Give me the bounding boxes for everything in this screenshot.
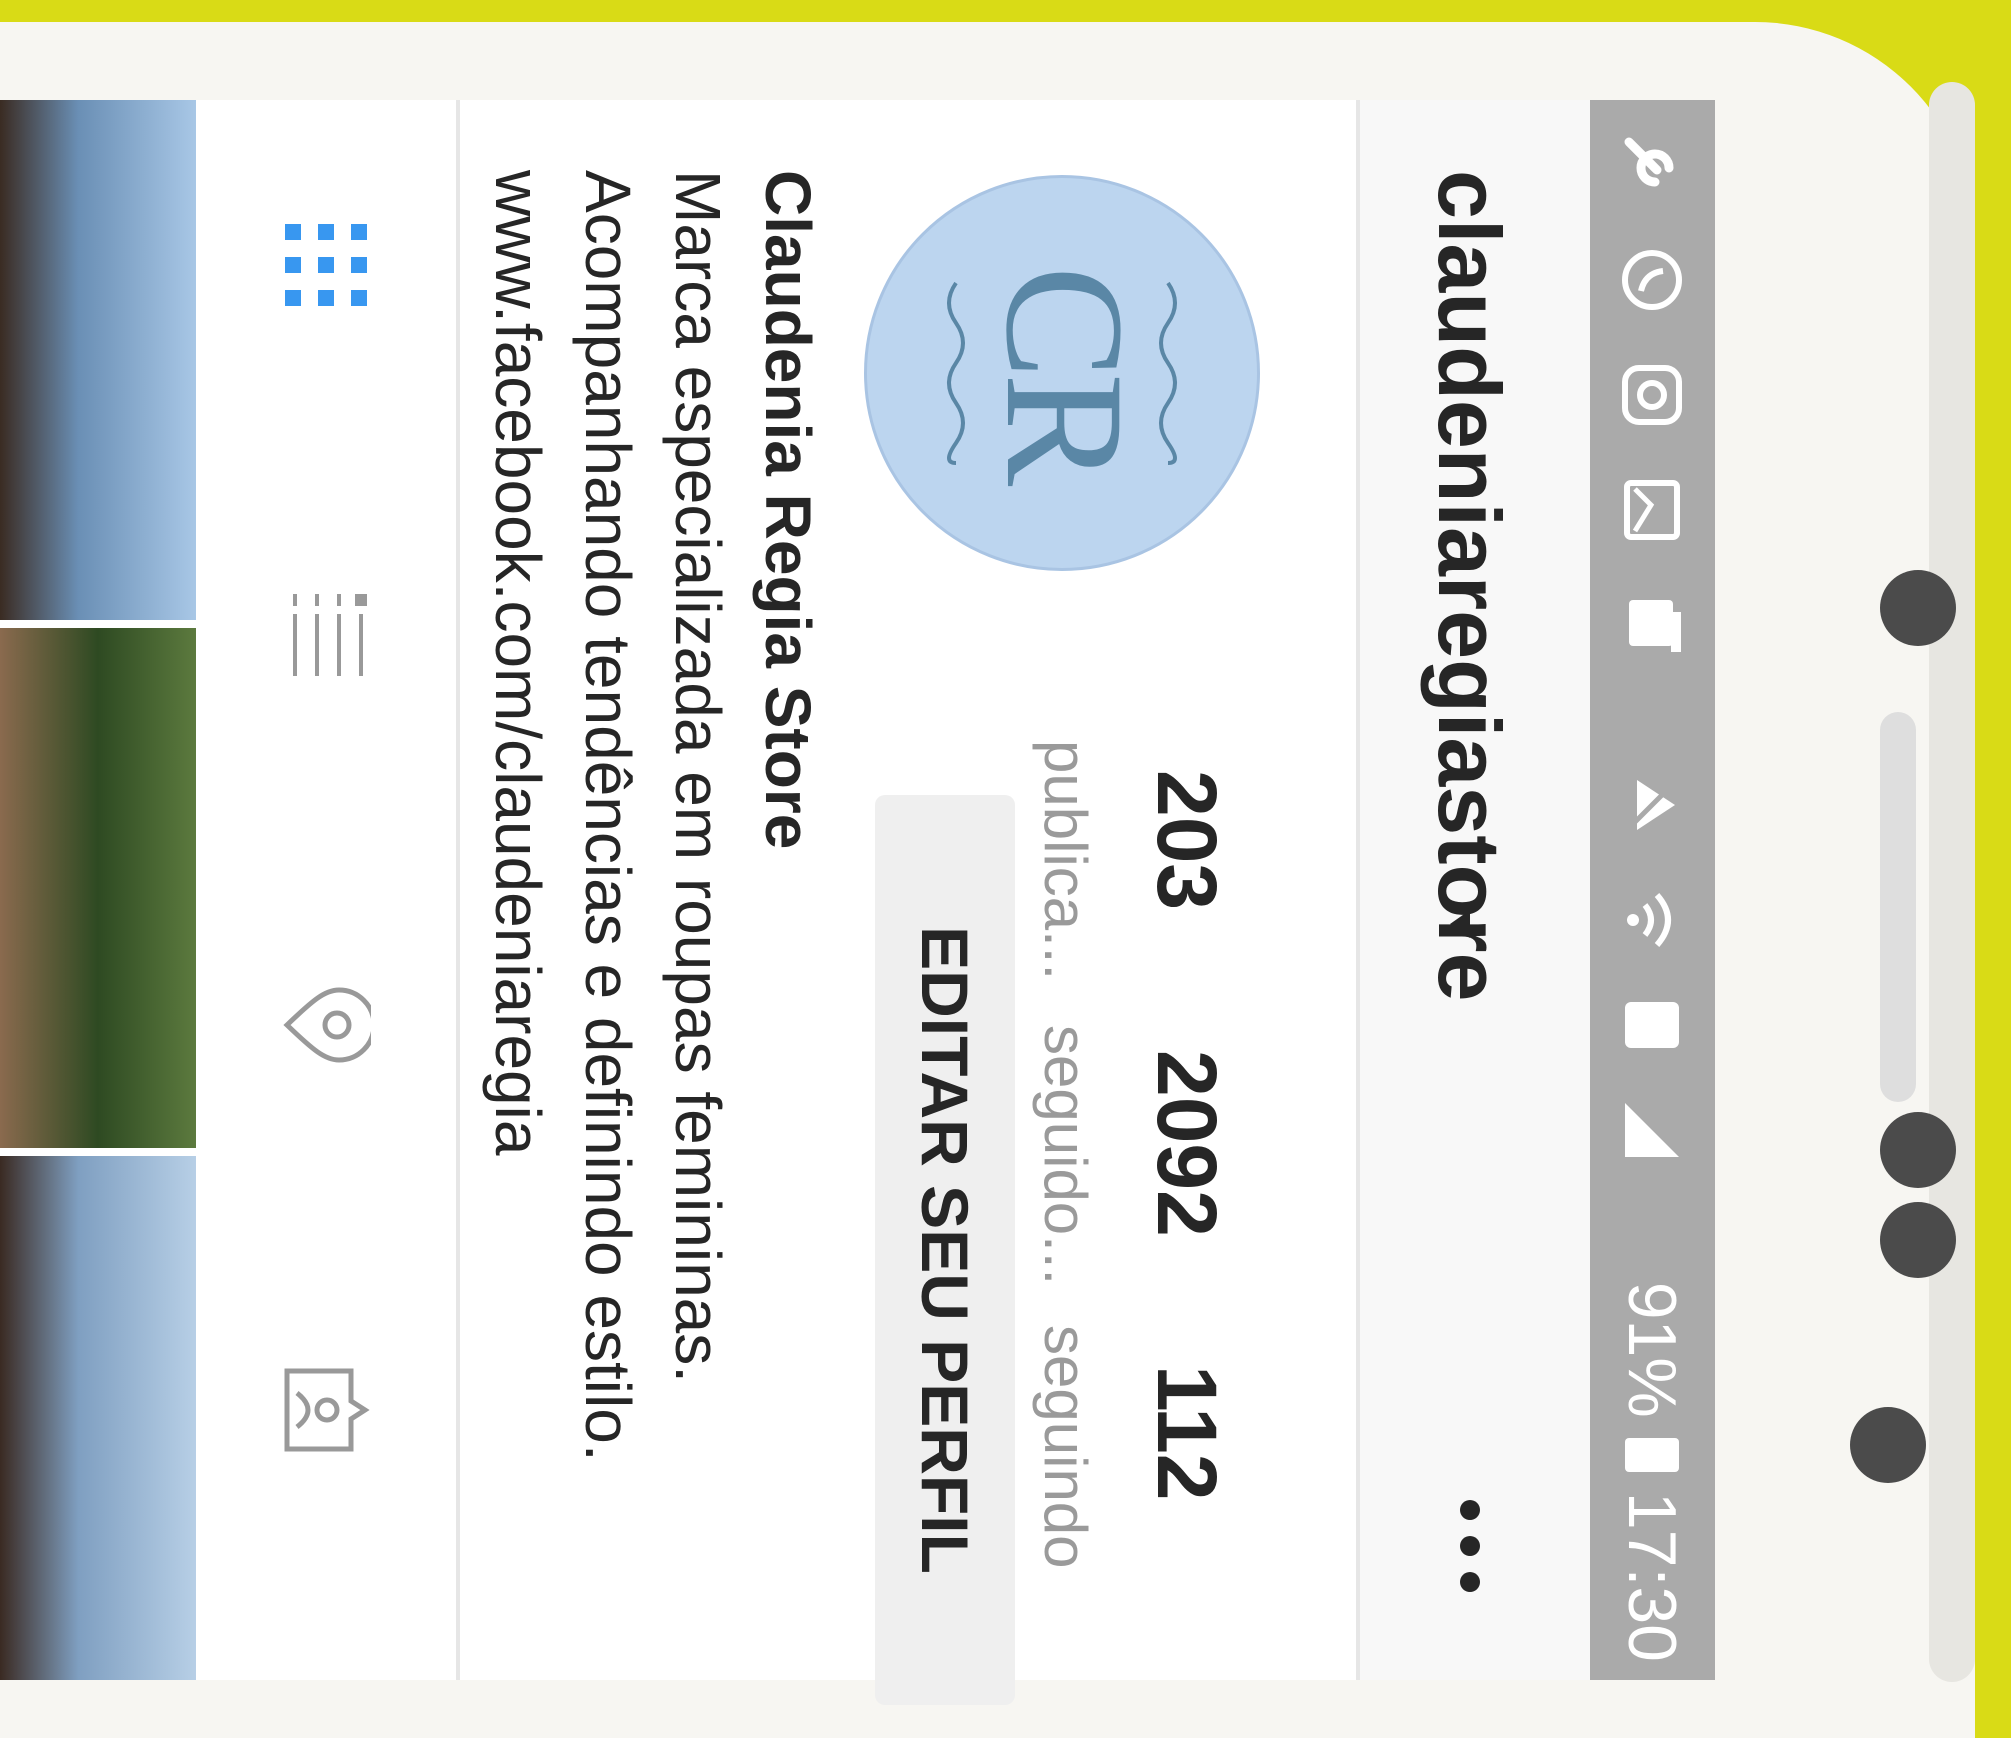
- clock: 17:30: [1614, 1491, 1690, 1662]
- status-right: 91% 17:30: [1607, 1282, 1697, 1662]
- sim-icon: [1625, 1002, 1679, 1048]
- sensor-dot: [1880, 1112, 1956, 1188]
- username[interactable]: claudeniaregiastore: [1418, 170, 1520, 1001]
- location-pin-icon[interactable]: [281, 980, 371, 1070]
- mute-icon: [1623, 776, 1681, 834]
- edit-profile-button[interactable]: EDITAR SEU PERFIL: [875, 795, 1015, 1705]
- battery-icon: [1625, 1437, 1679, 1472]
- photo-grid: [0, 100, 196, 1680]
- grid-photo[interactable]: [0, 100, 196, 620]
- list-icon[interactable]: [281, 590, 371, 680]
- following-label: seguindo: [1032, 1325, 1099, 1569]
- posts-count[interactable]: 203: [1138, 770, 1235, 910]
- signal-icon: [1625, 1103, 1679, 1157]
- proximity-sensor: [1850, 1407, 1926, 1483]
- profile-header: claudeniaregiastore: [1356, 100, 1590, 1680]
- posts-label: publica...: [1032, 740, 1099, 981]
- wifi-icon: [1627, 893, 1671, 947]
- grid-photo[interactable]: [0, 628, 196, 1148]
- avatar[interactable]: CR: [864, 175, 1260, 571]
- instagram-profile-screen: 91% 17:30 claudeniaregiastore CR 203 209…: [0, 100, 1715, 1705]
- caret-down-icon[interactable]: [1450, 910, 1470, 938]
- grid-photo[interactable]: [0, 1156, 196, 1680]
- followers-label: seguido...: [1032, 1025, 1099, 1286]
- bio-line: Acompanhando tendências e definindo esti…: [572, 170, 644, 1462]
- status-bar: 91% 17:30: [1590, 100, 1715, 1680]
- profile-tab-bar: [196, 100, 460, 1680]
- grid-icon[interactable]: [281, 220, 371, 310]
- photo-scene: 91% 17:30 claudeniaregiastore CR 203 209…: [0, 0, 2011, 1738]
- instagram-icon: [1622, 365, 1682, 425]
- bio-link[interactable]: www.facebook.com/claudeniaregia: [481, 170, 555, 1155]
- battery-percent: 91%: [1614, 1281, 1690, 1418]
- sensor-dot: [1880, 1202, 1956, 1278]
- phone-edge: [1929, 82, 1975, 1682]
- display-name: Claudenia Regia Store: [752, 170, 824, 850]
- following-count[interactable]: 112: [1138, 1365, 1235, 1501]
- more-options-icon[interactable]: [1460, 1500, 1480, 1592]
- front-camera: [1880, 570, 1956, 646]
- avatar-monogram: CR: [971, 265, 1159, 481]
- earpiece-speaker: [1880, 712, 1916, 1102]
- ornament-icon: [947, 281, 965, 465]
- followers-count[interactable]: 2092: [1138, 1050, 1235, 1237]
- notification-icon: [1629, 600, 1681, 652]
- gallery-icon: [1624, 480, 1680, 540]
- whatsapp-icon: [1622, 250, 1682, 310]
- tagged-person-icon[interactable]: [281, 1365, 371, 1455]
- wrench-icon: [1624, 137, 1674, 187]
- bio-line: Marca especializada em roupas femininas.: [662, 170, 734, 1384]
